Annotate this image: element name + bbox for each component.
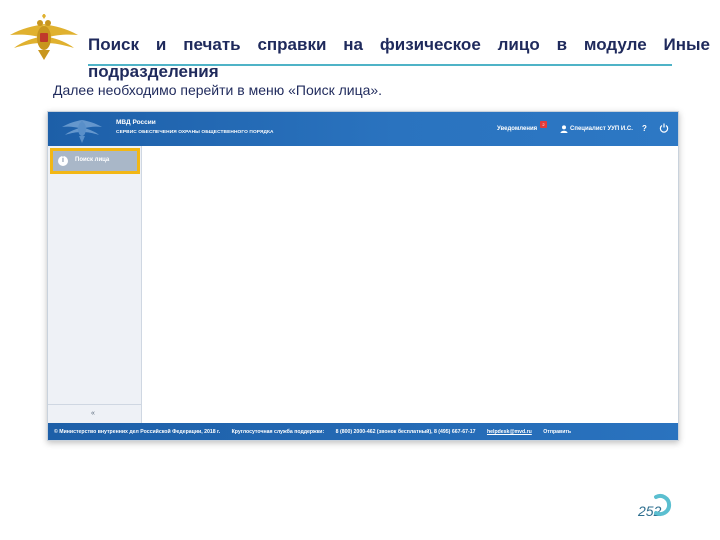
sidebar-collapse-button[interactable]: « xyxy=(48,404,141,423)
sidebar: i Поиск лица « xyxy=(48,146,142,423)
info-icon: i xyxy=(58,156,68,166)
app-header: МВД России СЕРВИС ОБЕСПЕЧЕНИЯ ОХРАНЫ ОБЩ… xyxy=(48,112,678,146)
notifications-link[interactable]: Уведомления xyxy=(497,126,537,132)
app-service-name: СЕРВИС ОБЕСПЕЧЕНИЯ ОХРАНЫ ОБЩЕСТВЕННОГО … xyxy=(116,130,274,135)
collapse-icon: « xyxy=(91,410,95,417)
app-name: МВД России xyxy=(116,119,156,126)
app-window: МВД России СЕРВИС ОБЕСПЕЧЕНИЯ ОХРАНЫ ОБЩ… xyxy=(47,111,679,441)
footer-support-label: Круглосуточная служба поддержки: xyxy=(231,429,325,435)
app-emblem-icon xyxy=(62,120,102,143)
page-arc-icon xyxy=(654,494,672,516)
power-icon[interactable] xyxy=(659,123,669,133)
user-menu[interactable]: Специалист УУП И.С. xyxy=(570,126,633,132)
main-content-area xyxy=(143,146,678,423)
footer-copyright: © Министерство внутренних дел Российской… xyxy=(54,429,221,435)
mvd-emblem-icon xyxy=(10,14,78,60)
footer-phones: 8 (800) 2000-462 (звонок бесплатный), 8 … xyxy=(335,429,476,435)
page-title-line1: Поиск и печать справки на физическое лиц… xyxy=(88,35,710,54)
footer-text: © Министерство внутренних дел Российской… xyxy=(54,429,571,435)
sidebar-item-label: Поиск лица xyxy=(75,157,110,163)
sidebar-item-person-search[interactable]: i Поиск лица xyxy=(50,148,140,174)
notifications-badge: 2 xyxy=(540,121,547,128)
title-divider xyxy=(88,64,672,66)
slide-subtitle: Далее необходимо перейти в меню «Поиск л… xyxy=(53,82,383,98)
app-footer: © Министерство внутренних дел Российской… xyxy=(48,423,678,440)
page-title: Поиск и печать справки на физическое лиц… xyxy=(88,31,710,86)
footer-send-link[interactable]: Отправить xyxy=(543,429,571,435)
help-icon[interactable]: ? xyxy=(642,124,647,133)
footer-email-link[interactable]: helpdesk@mvd.ru xyxy=(487,429,532,435)
user-icon xyxy=(560,125,568,133)
